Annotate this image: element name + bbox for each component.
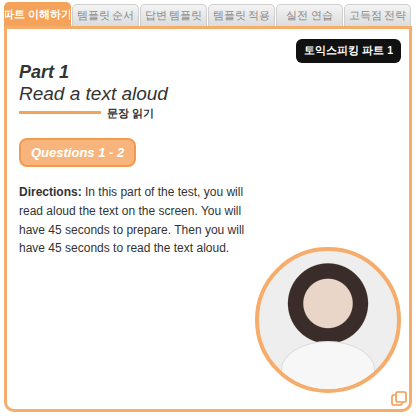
questions-pill: Questions 1 - 2 — [19, 138, 136, 168]
part-badge: 토익스피킹 파트 1 — [296, 39, 401, 63]
tab[interactable]: 실전 연습 — [276, 4, 343, 26]
directions: Directions: In this part of the test, yo… — [19, 183, 255, 257]
tab[interactable]: 템플릿 순서 — [72, 4, 139, 26]
tab-bar: 파트 이해하기템플릿 순서답변 템플릿템플릿 적용실전 연습고득점 전략 — [0, 0, 416, 26]
tab[interactable]: 템플릿 적용 — [208, 4, 275, 26]
tab[interactable]: 파트 이해하기 — [4, 2, 71, 26]
part-subtitle: Read a text aloud — [19, 83, 255, 106]
title-underline — [19, 111, 101, 114]
tab[interactable]: 고득점 전략 — [344, 4, 411, 26]
tab[interactable]: 답변 템플릿 — [140, 4, 207, 26]
part-title: Part 1 — [19, 63, 255, 83]
copy-icon[interactable] — [391, 391, 407, 407]
presenter-photo — [255, 247, 401, 393]
directions-label: Directions: — [19, 185, 82, 199]
slide-panel: 토익스피킹 파트 1 Part 1 Read a text aloud 문장 읽… — [4, 26, 412, 412]
part-korean: 문장 읽기 — [107, 105, 154, 122]
